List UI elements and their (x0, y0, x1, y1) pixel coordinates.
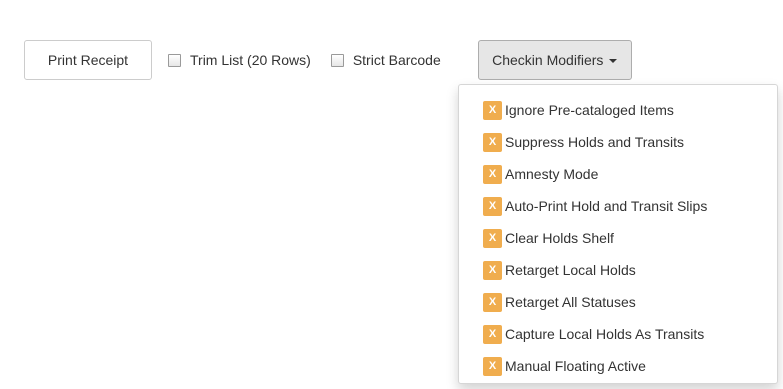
menu-item-label: Capture Local Holds As Transits (505, 326, 705, 342)
menu-item-capture-local-holds[interactable]: X Capture Local Holds As Transits (459, 318, 777, 350)
checkin-toolbar: Print Receipt Trim List (20 Rows) Strict… (24, 40, 632, 80)
x-checkmark-icon: X (483, 292, 502, 312)
menu-item-manual-floating-active[interactable]: X Manual Floating Active (459, 350, 777, 382)
trim-list-checkbox[interactable]: Trim List (20 Rows) (168, 52, 311, 68)
print-receipt-button[interactable]: Print Receipt (24, 40, 152, 80)
strict-barcode-checkbox-box[interactable] (330, 53, 344, 67)
menu-item-amnesty-mode[interactable]: X Amnesty Mode (459, 158, 777, 190)
menu-item-retarget-local-holds[interactable]: X Retarget Local Holds (459, 254, 777, 286)
menu-item-retarget-all-statuses[interactable]: X Retarget All Statuses (459, 286, 777, 318)
menu-item-label: Auto-Print Hold and Transit Slips (505, 198, 708, 214)
x-checkmark-icon: X (483, 324, 502, 344)
x-checkmark-icon: X (483, 260, 502, 280)
x-checkmark-icon: X (483, 100, 502, 120)
menu-item-suppress-holds[interactable]: X Suppress Holds and Transits (459, 126, 777, 158)
checkin-modifiers-menu: X Ignore Pre-cataloged Items X Suppress … (458, 84, 778, 384)
x-checkmark-icon: X (483, 196, 502, 216)
x-checkmark-icon: X (483, 228, 502, 248)
checkin-modifiers-button[interactable]: Checkin Modifiers (477, 40, 632, 80)
menu-item-label: Manual Floating Active (505, 358, 646, 374)
menu-item-label: Amnesty Mode (505, 166, 599, 182)
x-checkmark-icon: X (483, 164, 502, 184)
menu-item-label: Clear Holds Shelf (505, 230, 614, 246)
menu-item-label: Suppress Holds and Transits (505, 134, 684, 150)
menu-item-label: Ignore Pre-cataloged Items (505, 102, 674, 118)
checkin-modifiers-label: Checkin Modifiers (492, 52, 604, 68)
strict-barcode-label: Strict Barcode (352, 52, 441, 68)
menu-item-label: Retarget All Statuses (505, 294, 636, 310)
x-checkmark-icon: X (483, 356, 502, 376)
menu-item-clear-holds-shelf[interactable]: X Clear Holds Shelf (459, 222, 777, 254)
x-checkmark-icon: X (483, 132, 502, 152)
menu-item-ignore-precataloged[interactable]: X Ignore Pre-cataloged Items (459, 94, 777, 126)
trim-list-label: Trim List (20 Rows) (190, 52, 311, 68)
trim-list-checkbox-box[interactable] (168, 53, 181, 67)
menu-item-label: Retarget Local Holds (505, 262, 636, 278)
menu-item-auto-print-slips[interactable]: X Auto-Print Hold and Transit Slips (459, 190, 777, 222)
strict-barcode-checkbox[interactable]: Strict Barcode (330, 52, 441, 68)
caret-down-icon (609, 59, 618, 63)
